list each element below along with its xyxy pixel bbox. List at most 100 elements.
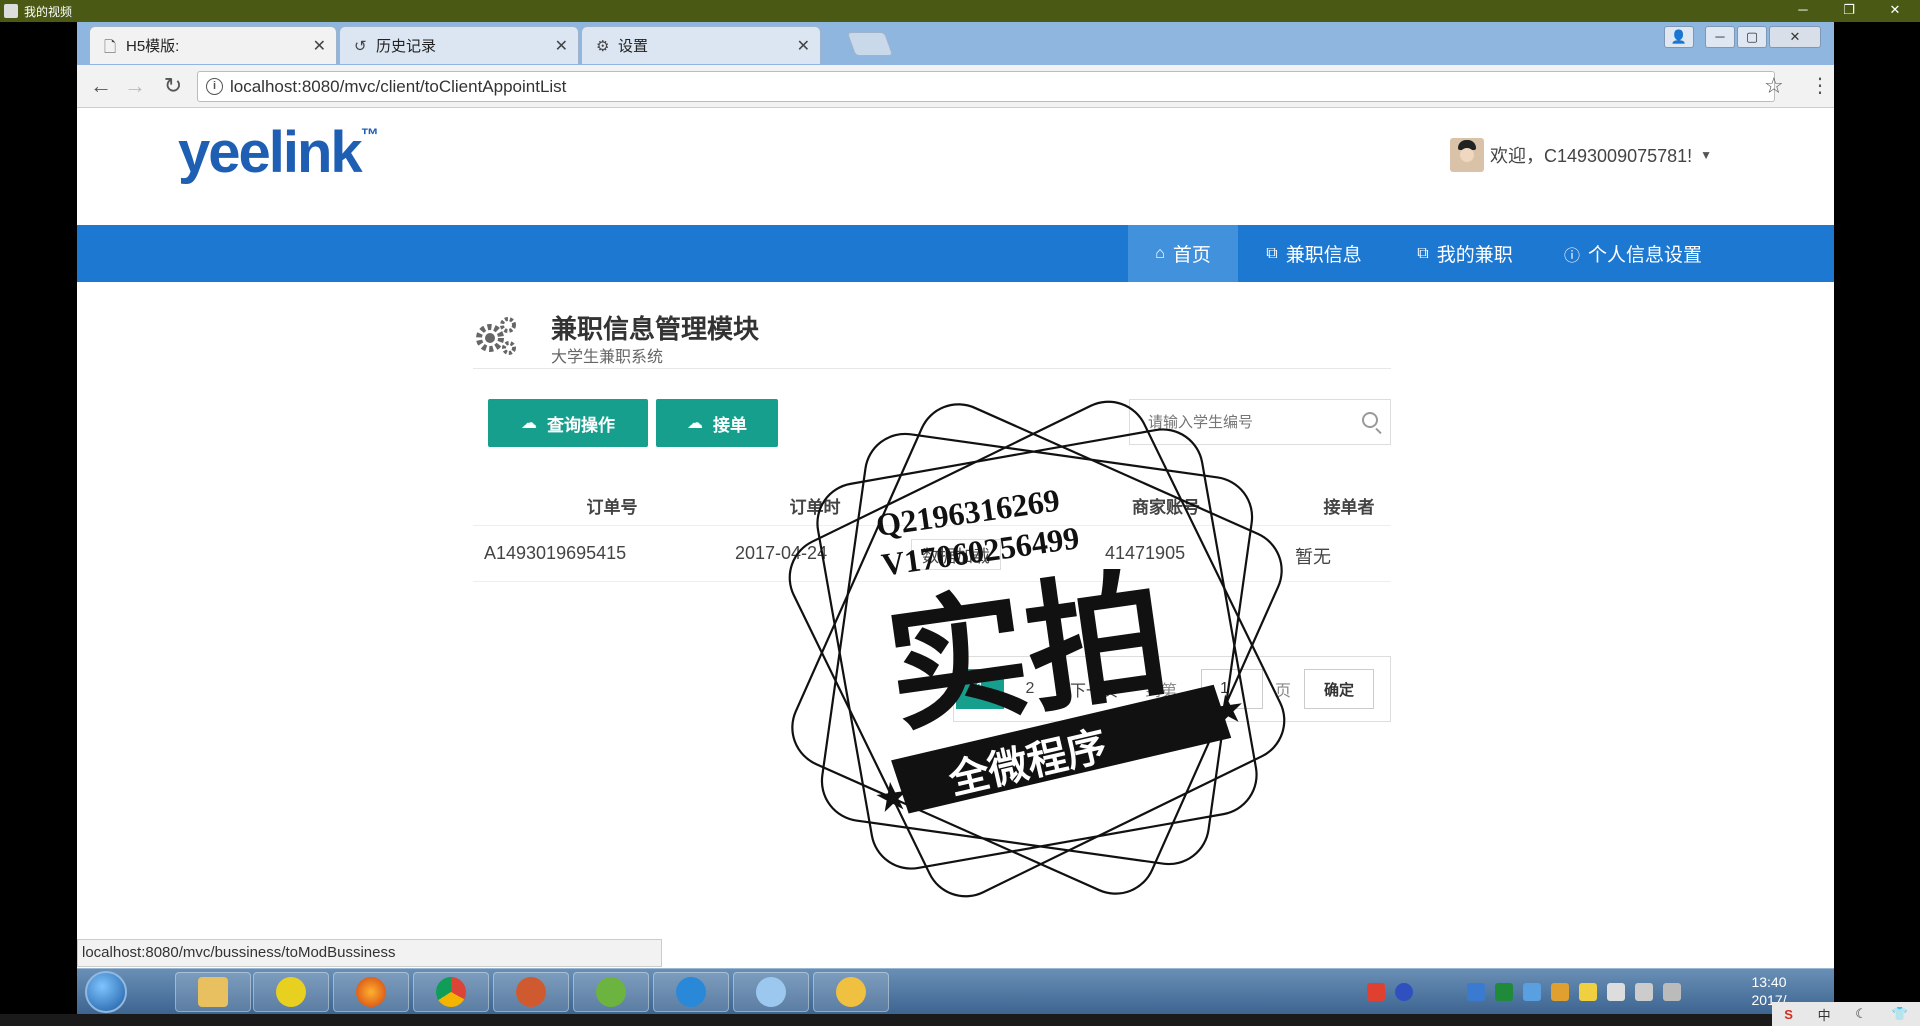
music-icon xyxy=(276,977,306,1007)
shirt-icon[interactable]: 👕 xyxy=(1891,1006,1907,1022)
minimize-button[interactable]: ─ xyxy=(1705,26,1735,48)
ime-mode[interactable]: 中 xyxy=(1818,1005,1831,1024)
watermark-qq: Q2196316269 xyxy=(874,482,1062,543)
watermark-big-text: 实拍 xyxy=(877,553,1177,753)
pagination: 1 2 下一页 到第 1 页 确定 xyxy=(953,656,1391,722)
moon-icon[interactable]: ☾ xyxy=(1855,1006,1867,1022)
start-button[interactable] xyxy=(85,971,127,1013)
tab-label: H5模版: xyxy=(126,38,180,55)
app-icon xyxy=(836,977,866,1007)
confirm-page-button[interactable]: 确定 xyxy=(1304,669,1374,709)
welcome-text: 欢迎，C1493009075781! xyxy=(1490,146,1693,166)
taskbar-app2[interactable] xyxy=(733,972,809,1012)
next-page-button[interactable]: 下一页 xyxy=(1058,669,1130,709)
ie-icon xyxy=(676,977,706,1007)
taskbar-app3[interactable] xyxy=(813,972,889,1012)
module-title: 兼职信息管理模块 xyxy=(551,314,760,344)
header-order-time: 订单时 xyxy=(789,498,841,517)
taskbar-chrome[interactable] xyxy=(413,972,489,1012)
nav-personal-settings[interactable]: ⓘ 个人信息设置 xyxy=(1540,225,1726,282)
profile-icon[interactable]: 👤 xyxy=(1664,26,1694,48)
goto-page-input[interactable]: 1 xyxy=(1201,669,1263,709)
close-icon[interactable]: ✕ xyxy=(797,36,810,56)
chrome-icon xyxy=(436,977,466,1007)
player-restore-button[interactable]: ❐ xyxy=(1834,2,1864,18)
page-icon: 🗋 xyxy=(104,39,117,56)
home-icon: ⌂ xyxy=(1155,244,1165,262)
maximize-button[interactable]: ▢ xyxy=(1737,26,1767,48)
network-icon[interactable] xyxy=(1523,983,1541,1001)
app-icon xyxy=(756,977,786,1007)
main-nav: ⌂ 首页 ⧉ 兼职信息 ⧉ 我的兼职 ⓘ 个人信息设置 xyxy=(77,225,1834,282)
device-icon[interactable] xyxy=(1635,983,1653,1001)
forward-button[interactable]: → xyxy=(121,73,149,101)
address-bar[interactable]: i localhost:8080/mvc/client/toClientAppo… xyxy=(197,71,1775,102)
nav-home[interactable]: ⌂ 首页 xyxy=(1128,225,1238,282)
browser-window: 🗋 H5模版: ✕ ↺ 历史记录 ✕ ⚙ 设置 ✕ 👤 ─ ▢ ✕ ← → ↻ … xyxy=(77,22,1834,968)
site-logo[interactable]: yeelink™ xyxy=(178,119,379,186)
menu-dots-icon[interactable]: ⋮ xyxy=(1810,73,1830,98)
player-title: 我的视频 xyxy=(24,4,73,19)
search-icon[interactable] xyxy=(1362,412,1378,428)
ime-toolbar[interactable]: S 中 ☾ 👕 xyxy=(1772,1002,1920,1026)
cloud-icon: ☁ xyxy=(687,415,703,432)
gear-icon: ⚙ xyxy=(596,38,610,55)
page-unit-label: 页 xyxy=(1274,683,1291,700)
cloud-icon: ☁ xyxy=(521,415,537,432)
taskbar-firefox[interactable] xyxy=(333,972,409,1012)
nav-part-time-info[interactable]: ⧉ 兼职信息 xyxy=(1238,225,1390,282)
close-window-button[interactable]: ✕ xyxy=(1769,26,1821,48)
student-search-box xyxy=(1129,399,1391,445)
taskbar-ie[interactable] xyxy=(653,972,729,1012)
back-button[interactable]: ← xyxy=(87,73,115,101)
history-icon: ↺ xyxy=(354,38,367,55)
user-menu[interactable]: 欢迎，C1493009075781! ▼ xyxy=(1450,137,1712,173)
taskbar-app[interactable] xyxy=(493,972,569,1012)
folder-icon[interactable] xyxy=(1579,983,1597,1001)
taskbar-spring[interactable] xyxy=(573,972,649,1012)
app-icon xyxy=(516,977,546,1007)
watermark-banner-text: 全微程序 xyxy=(944,723,1111,804)
status-bar: localhost:8080/mvc/bussiness/toModBussin… xyxy=(77,939,662,967)
page-1-button[interactable]: 1 xyxy=(956,669,1004,709)
reload-button[interactable]: ↻ xyxy=(159,73,187,101)
player-controls-strip xyxy=(0,1014,1920,1026)
info-icon[interactable]: i xyxy=(206,78,223,95)
accept-order-button[interactable]: ☁ 接单 xyxy=(656,399,778,447)
sogou-icon[interactable]: S xyxy=(1784,1007,1793,1022)
bookmark-star-icon[interactable]: ☆ xyxy=(1764,73,1784,99)
volume-icon[interactable] xyxy=(1663,983,1681,1001)
nvidia-icon[interactable] xyxy=(1495,983,1513,1001)
taskbar-explorer[interactable] xyxy=(175,972,251,1012)
goto-label: 到第 xyxy=(1144,683,1177,700)
firefox-icon xyxy=(356,977,386,1007)
sogou-icon[interactable] xyxy=(1367,983,1385,1001)
sitemap-icon: ⧉ xyxy=(1417,244,1429,262)
tab-label: 设置 xyxy=(618,38,649,55)
close-icon[interactable]: ✕ xyxy=(555,36,568,56)
web-page: yeelink™ 欢迎，C1493009075781! ▼ ⌂ 首页 ⧉ 兼职信… xyxy=(77,109,1834,939)
tab-settings[interactable]: ⚙ 设置 ✕ xyxy=(581,26,821,64)
gears-icon xyxy=(476,317,516,355)
flag-icon[interactable] xyxy=(1607,983,1625,1001)
close-icon[interactable]: ✕ xyxy=(313,36,326,56)
player-close-button[interactable]: ✕ xyxy=(1880,2,1910,18)
avatar xyxy=(1450,138,1484,172)
tab-history[interactable]: ↺ 历史记录 ✕ xyxy=(339,26,579,64)
info-circle-icon: ⓘ xyxy=(1563,247,1580,265)
player-minimize-button[interactable]: ─ xyxy=(1788,2,1818,17)
taskbar-music[interactable] xyxy=(253,972,329,1012)
student-search-input[interactable] xyxy=(1130,400,1350,444)
caret-down-icon: ▼ xyxy=(1700,148,1713,162)
table-divider xyxy=(473,525,1391,526)
shield-icon[interactable] xyxy=(1467,983,1485,1001)
query-button[interactable]: ☁ 查询操作 xyxy=(488,399,648,447)
new-tab-button[interactable] xyxy=(846,32,894,56)
tray-app-icon[interactable] xyxy=(1551,983,1569,1001)
tab-h5-template[interactable]: 🗋 H5模版: ✕ xyxy=(89,26,337,64)
header-order-no: 订单号 xyxy=(586,498,638,517)
nav-my-part-time[interactable]: ⧉ 我的兼职 xyxy=(1390,225,1540,282)
page-2-button[interactable]: 2 xyxy=(1006,669,1054,709)
taskbar: 13:40 2017/ xyxy=(77,968,1834,1014)
help-icon[interactable] xyxy=(1395,983,1413,1001)
